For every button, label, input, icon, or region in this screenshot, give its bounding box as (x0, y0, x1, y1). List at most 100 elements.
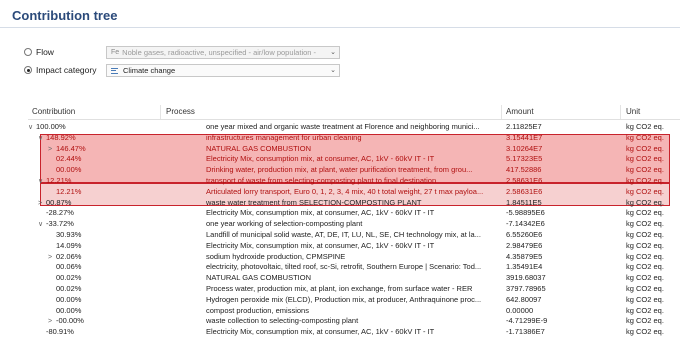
contribution-value: 148.92% (46, 132, 76, 142)
process-cell: one year mixed and organic waste treatme… (206, 122, 480, 131)
amount-cell: -5.98895E6 (506, 208, 545, 218)
amount-cell: 642.80097 (506, 294, 542, 304)
impact-category-icon (111, 67, 119, 75)
amount-cell: 417.52886 (506, 165, 542, 175)
table-row[interactable]: ∨ 12.21% transport of waste from selecting… (28, 176, 680, 187)
table-row[interactable]: ∨ 100.00% one year mixed and organic waste… (28, 122, 680, 133)
contribution-value: 12.21% (56, 186, 82, 196)
contribution-value: 12.21% (46, 176, 72, 185)
contribution-value: -80.91% (46, 327, 74, 337)
table-row[interactable]: >00.87% waste water treatment from SELECT… (28, 198, 680, 209)
impact-category-select[interactable]: Climate change ⌄ (106, 64, 340, 77)
contribution-cell: 02.44% (28, 154, 178, 165)
unit-cell: kg CO2 eq. (626, 122, 664, 131)
unit-cell: kg CO2 eq. (626, 186, 664, 196)
unit-cell: kg CO2 eq. (626, 327, 664, 337)
amount-cell: 4.35879E5 (506, 251, 543, 261)
table-row[interactable]: 12.21% Articulated lorry transport, Euro … (28, 187, 680, 198)
process-cell: Landfill of municipal solid waste, AT, D… (206, 230, 481, 239)
amount-cell: 2.58631E6 (506, 186, 543, 196)
table-row[interactable]: 00.02% Process water, production mix, at … (28, 284, 680, 295)
contribution-value: 146.47% (56, 143, 86, 153)
process-cell: waste collection to selecting-composting… (206, 316, 359, 326)
amount-cell: 1.35491E4 (506, 262, 543, 272)
contribution-value: 00.00% (56, 294, 82, 304)
process-cell: sodium hydroxide production, CPMSPINE (206, 251, 346, 261)
flow-radio[interactable] (24, 48, 32, 56)
process-cell: infrastructures management for urban cle… (206, 132, 362, 142)
flow-select-value: Noble gases, radioactive, unspecified - … (122, 48, 317, 57)
unit-cell: kg CO2 eq. (626, 143, 664, 153)
chevron-down-icon: ⌄ (330, 67, 336, 74)
unit-cell: kg CO2 eq. (626, 176, 664, 185)
contribution-value: 00.00% (56, 165, 82, 175)
table-row[interactable]: 00.00% compost production, emissions 0.000… (28, 306, 680, 317)
amount-cell: 2.98479E6 (506, 240, 543, 250)
amount-cell: 0.00000 (506, 305, 534, 315)
table-row[interactable]: 00.00% Hydrogen peroxide mix (ELCD), Prod… (28, 295, 680, 306)
flow-label: Flow (36, 47, 54, 57)
table-row[interactable]: >146.47% NATURAL GAS COMBUSTION 3.10264E7 k… (28, 144, 680, 155)
table-row[interactable]: 30.93% Landfill of municipal solid waste,… (28, 230, 680, 241)
unit-cell: kg CO2 eq. (626, 262, 664, 272)
contribution-value: 02.44% (56, 154, 82, 164)
unit-cell: kg CO2 eq. (626, 230, 664, 239)
amount-cell: 1.84511E5 (506, 197, 542, 207)
header-amount[interactable]: Amount (506, 107, 534, 116)
process-cell: Electricity Mix, consumption mix, at con… (206, 208, 435, 218)
header-contribution[interactable]: Contribution (32, 107, 75, 116)
table-row[interactable]: 00.06% electricity, photovoltaic, tilted … (28, 262, 680, 273)
contribution-cell: 00.00% (28, 295, 178, 306)
table-row[interactable]: > -00.00% waste collection to selecting-co… (28, 316, 680, 327)
table-row[interactable]: 02.44% Electricity Mix, consumption mix, … (28, 154, 680, 165)
contribution-value: 00.00% (56, 305, 82, 315)
contribution-value: -00.00% (56, 316, 84, 326)
header-unit[interactable]: Unit (626, 107, 640, 116)
amount-cell: 2.11825E7 (506, 122, 542, 131)
table-row[interactable]: >02.06% sodium hydroxide production, CPMS… (28, 252, 680, 263)
header-process[interactable]: Process (166, 107, 195, 116)
table-row[interactable]: ∨ 148.92% infrastructures management for u… (28, 133, 680, 144)
unit-cell: kg CO2 eq. (626, 132, 664, 142)
flow-radio-row[interactable]: Flow (24, 44, 54, 60)
process-cell: NATURAL GAS COMBUSTION (206, 143, 312, 153)
table-row[interactable]: 14.09% Electricity Mix, consumption mix, … (28, 241, 680, 252)
table-header: Contribution Process Amount Unit (28, 105, 680, 120)
impact-category-label: Impact category (36, 65, 97, 75)
contribution-cell: 00.06% (28, 262, 178, 273)
process-cell: Hydrogen peroxide mix (ELCD), Production… (206, 294, 482, 304)
impact-category-radio[interactable] (24, 66, 32, 74)
unit-cell: kg CO2 eq. (626, 273, 664, 283)
contribution-value: -28.27% (46, 208, 74, 218)
table-row[interactable]: ∨ -33.72% one year working of selection-co… (28, 219, 680, 230)
amount-cell: 5.17323E5 (506, 154, 543, 164)
contribution-value: -33.72% (46, 219, 74, 229)
process-cell: Electricity Mix, consumption mix, at con… (206, 154, 435, 164)
amount-cell: -7.14342E6 (506, 219, 545, 229)
table-row[interactable]: -28.27% Electricity Mix, consumption mix,… (28, 208, 680, 219)
unit-cell: kg CO2 eq. (626, 294, 664, 304)
amount-cell: 3.10264E7 (506, 143, 543, 153)
contribution-value: 100.00% (36, 122, 66, 131)
flow-select[interactable]: Fe Noble gases, radioactive, unspecified… (106, 46, 340, 59)
contribution-cell: 00.02% (28, 273, 178, 284)
contribution-cell: -28.27% (28, 208, 168, 219)
chevron-down-icon: ⌄ (330, 49, 336, 56)
process-cell: compost production, emissions (206, 305, 309, 315)
contribution-cell: 12.21% (28, 187, 178, 198)
table-row[interactable]: 00.00% Drinking water, production mix, at… (28, 165, 680, 176)
amount-cell: 3.15441E7 (506, 132, 543, 142)
unit-cell: kg CO2 eq. (626, 154, 664, 164)
contribution-value: 30.93% (56, 230, 82, 239)
table-row[interactable]: 00.02% NATURAL GAS COMBUSTION 3919.68037 kg… (28, 273, 680, 284)
impact-radio-row[interactable]: Impact category (24, 62, 96, 78)
process-cell: Drinking water, production mix, at plant… (206, 165, 473, 175)
amount-cell: 3919.68037 (506, 273, 546, 283)
amount-cell: 3797.78965 (506, 284, 546, 293)
amount-cell: 2.58631E6 (506, 176, 543, 185)
contribution-value: 00.02% (56, 284, 82, 293)
table-row[interactable]: -80.91% Electricity Mix, consumption mix,… (28, 327, 680, 338)
unit-cell: kg CO2 eq. (626, 305, 664, 315)
unit-cell: kg CO2 eq. (626, 251, 664, 261)
process-cell: Process water, production mix, at plant,… (206, 284, 473, 293)
